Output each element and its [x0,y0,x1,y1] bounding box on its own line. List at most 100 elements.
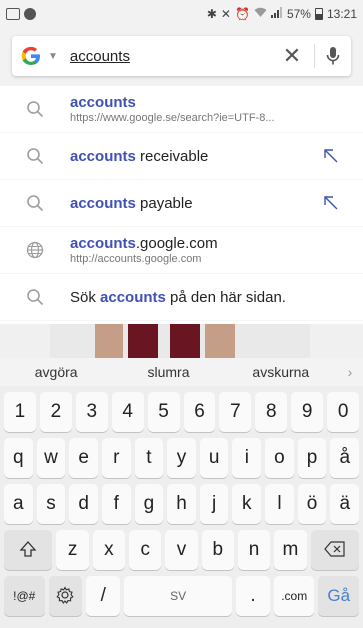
key[interactable]: 8 [255,392,288,432]
suggestion-rest: .google.com [135,235,218,252]
suggestion-highlight: accounts [70,94,136,111]
number-row: 1 2 3 4 5 6 7 8 9 0 [0,392,363,432]
search-icon [0,100,70,118]
key[interactable]: z [56,530,89,570]
key[interactable]: g [134,484,164,524]
key[interactable]: b [201,530,234,570]
key[interactable]: d [69,484,98,524]
key[interactable]: k [232,484,262,524]
google-logo-icon[interactable] [20,46,42,66]
bottom-row: !@# / SV . .com Gå [0,576,363,616]
divider [314,44,315,68]
dotcom-key[interactable]: .com [273,576,315,616]
suggestion-item[interactable]: accounts https://www.google.se/search?ie… [0,86,363,133]
letter-row-2: a s d f g h j k l ö ä [0,484,363,524]
key[interactable]: x [92,530,126,570]
key[interactable]: s [36,484,66,524]
chevron-down-icon[interactable]: ▼ [48,51,58,62]
go-key[interactable]: Gå [318,576,360,616]
shift-key[interactable] [4,530,53,570]
suggestion-item[interactable]: accounts payable [0,180,363,227]
page-image-partial [0,324,363,358]
key[interactable]: r [101,438,131,478]
fill-query-arrow-icon[interactable] [317,195,345,211]
prediction-word[interactable]: slumra [112,364,224,380]
key[interactable]: 6 [183,392,216,432]
status-bar: ✱ ✕ ⏰ 57% 13:21 [0,0,363,28]
wifi-icon [254,7,267,21]
key[interactable]: w [36,438,66,478]
key[interactable]: h [167,484,196,524]
suggestion-highlight: accounts [70,194,136,212]
search-input[interactable] [69,47,278,65]
period-key[interactable]: . [236,576,270,616]
key[interactable]: l [265,484,294,524]
alarm-icon: ⏰ [234,7,250,21]
space-key[interactable]: SV [124,576,233,616]
suggestion-rest: payable [135,194,193,212]
backspace-icon [323,540,346,560]
search-icon [0,194,70,212]
key[interactable]: y [167,438,196,478]
close-icon[interactable]: ✕ [278,43,306,69]
key[interactable]: 1 [4,392,36,432]
settings-key[interactable] [48,576,83,616]
backspace-key[interactable] [310,530,359,570]
key[interactable]: 5 [147,392,180,432]
key[interactable]: u [199,438,229,478]
prediction-word[interactable]: avskurna [225,364,337,380]
key[interactable]: ö [297,484,327,524]
suggestion-item[interactable]: accounts receivable [0,133,363,180]
suggestion-item[interactable]: accounts.google.com http://accounts.goog… [0,227,363,274]
search-header: ▼ ✕ [0,28,363,86]
suggestion-highlight: accounts [70,147,136,165]
search-icon [0,288,70,306]
key[interactable]: ä [330,484,360,524]
keyboard: avgöra slumra avskurna › 1 2 3 4 5 6 7 8… [0,358,363,628]
search-icon [0,147,70,165]
prediction-bar: avgöra slumra avskurna › [0,358,363,386]
key[interactable]: 0 [327,392,360,432]
letter-row-3: z x c v b n m [0,530,363,570]
suggestion-url: https://www.google.se/search?ie=UTF-8... [70,112,275,124]
key[interactable]: å [330,438,360,478]
key[interactable]: o [265,438,294,478]
key[interactable]: e [69,438,98,478]
chevron-right-icon[interactable]: › [337,364,363,380]
key[interactable]: f [101,484,131,524]
globe-icon [0,241,70,259]
slash-key[interactable]: / [86,576,121,616]
key[interactable]: 9 [291,392,324,432]
key[interactable]: c [129,530,162,570]
key[interactable]: v [165,530,198,570]
key[interactable]: n [237,530,271,570]
chat-notification-icon [24,8,36,20]
key[interactable]: a [4,484,33,524]
letter-row-1: q w e r t y u i o p å [0,438,363,478]
key[interactable]: q [4,438,33,478]
key[interactable]: 3 [75,392,108,432]
fill-query-arrow-icon[interactable] [317,148,345,164]
shift-icon [19,540,37,561]
key[interactable]: t [134,438,164,478]
key[interactable]: p [297,438,327,478]
prediction-word[interactable]: avgöra [0,364,112,380]
mic-icon[interactable] [323,46,343,66]
suggestion-item[interactable]: Sök accounts på den här sidan. [0,274,363,321]
suggestion-highlight: accounts [70,235,136,252]
battery-icon [314,8,323,20]
battery-percent: 57% [286,7,311,21]
suggestion-url: http://accounts.google.com [70,253,202,265]
search-box: ▼ ✕ [12,36,351,76]
key[interactable]: i [232,438,262,478]
key[interactable]: j [199,484,229,524]
key[interactable]: m [274,530,307,570]
symbols-key[interactable]: !@# [4,576,45,616]
key[interactable]: 7 [219,392,252,432]
key[interactable]: 2 [39,392,72,432]
clock: 13:21 [326,7,357,21]
suggestion-prefix: Sök [70,288,101,306]
signal-icon [270,7,283,21]
key[interactable]: 4 [111,392,144,432]
gear-icon [56,585,75,607]
